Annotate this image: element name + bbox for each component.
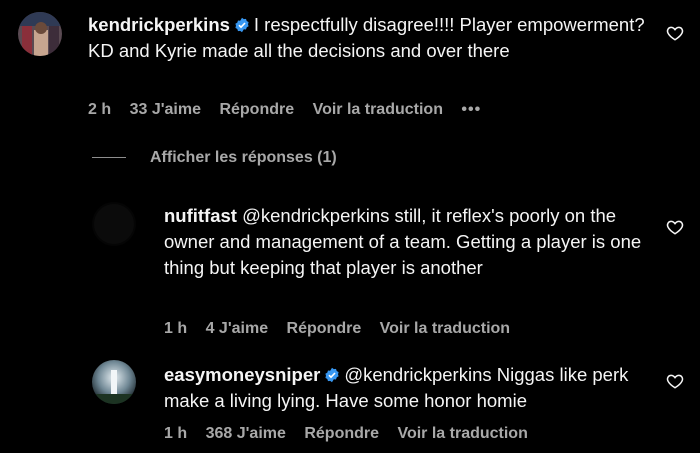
reply-button[interactable]: Répondre bbox=[219, 101, 294, 118]
verified-badge-icon bbox=[235, 17, 249, 33]
avatar[interactable] bbox=[18, 12, 62, 56]
translate-button[interactable]: Voir la traduction bbox=[313, 101, 443, 118]
comment-easymoneysniper: easymoneysniper @kendrickperkins Niggas l… bbox=[0, 350, 700, 453]
like-heart-icon[interactable] bbox=[666, 24, 684, 42]
comment-meta: 1 h 4 J'aime Répondre Voir la traduction bbox=[164, 320, 524, 338]
comment-body: easymoneysniper @kendrickperkins Niggas l… bbox=[164, 362, 654, 414]
comment-meta: 1 h 368 J'aime Répondre Voir la traducti… bbox=[164, 425, 542, 443]
timestamp: 1 h bbox=[164, 425, 188, 442]
avatar[interactable] bbox=[92, 202, 136, 246]
more-options-icon[interactable]: ••• bbox=[461, 101, 481, 118]
username[interactable]: easymoneysniper bbox=[164, 364, 320, 385]
translate-button[interactable]: Voir la traduction bbox=[380, 320, 510, 337]
like-heart-icon[interactable] bbox=[666, 372, 684, 390]
likes-count[interactable]: 4 J'aime bbox=[206, 320, 269, 337]
comment-body: nufitfast @kendrickperkins still, it ref… bbox=[164, 203, 654, 281]
show-replies-label: Afficher les réponses (1) bbox=[150, 149, 337, 166]
like-heart-icon[interactable] bbox=[666, 218, 684, 236]
comment-kendrickperkins: kendrickperkins I respectfully disagree!!… bbox=[0, 0, 700, 130]
timestamp: 2 h bbox=[88, 101, 112, 118]
comment-nufitfast: nufitfast @kendrickperkins still, it ref… bbox=[0, 190, 700, 350]
show-replies-button[interactable]: Afficher les réponses (1) bbox=[92, 149, 337, 171]
likes-count[interactable]: 33 J'aime bbox=[130, 101, 201, 118]
verified-badge-icon bbox=[325, 367, 339, 383]
divider-line bbox=[92, 157, 126, 159]
likes-count[interactable]: 368 J'aime bbox=[206, 425, 286, 442]
timestamp: 1 h bbox=[164, 320, 188, 337]
translate-button[interactable]: Voir la traduction bbox=[397, 425, 527, 442]
reply-button[interactable]: Répondre bbox=[287, 320, 362, 337]
comment-meta: 2 h 33 J'aime Répondre Voir la traductio… bbox=[88, 101, 495, 119]
comment-body: kendrickperkins I respectfully disagree!!… bbox=[88, 12, 648, 64]
username[interactable]: nufitfast bbox=[164, 205, 237, 226]
avatar[interactable] bbox=[92, 360, 136, 404]
username[interactable]: kendrickperkins bbox=[88, 14, 230, 35]
reply-button[interactable]: Répondre bbox=[304, 425, 379, 442]
